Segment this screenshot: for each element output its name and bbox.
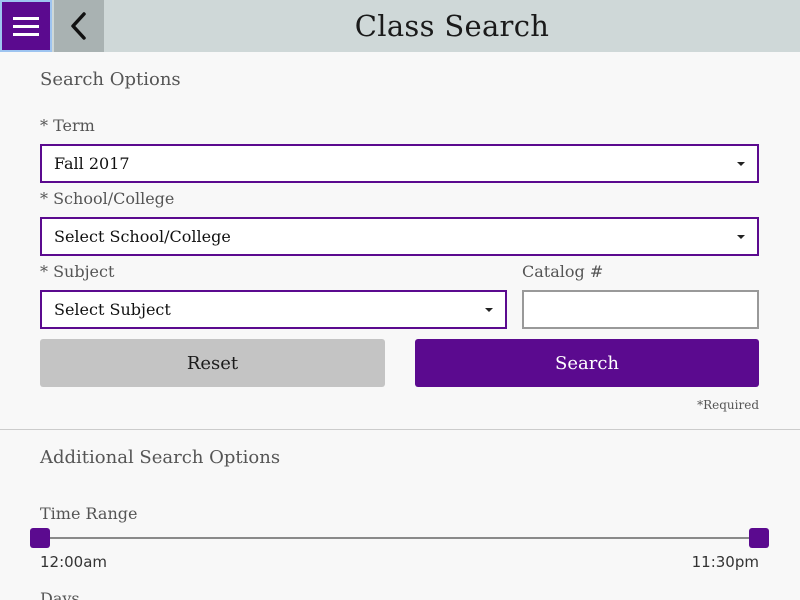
app-header: Class Search bbox=[0, 0, 800, 52]
subject-label: * Subject bbox=[40, 262, 115, 281]
chevron-left-icon bbox=[71, 12, 86, 40]
page-title: Class Search bbox=[354, 9, 550, 43]
back-button[interactable] bbox=[54, 0, 104, 52]
time-range-slider[interactable] bbox=[40, 537, 759, 539]
caret-down-icon bbox=[485, 308, 493, 312]
time-range-start-handle[interactable] bbox=[30, 528, 50, 548]
term-select-value: Fall 2017 bbox=[54, 154, 130, 173]
term-select[interactable]: Fall 2017 bbox=[40, 144, 759, 183]
subject-select[interactable]: Select Subject bbox=[40, 290, 507, 329]
reset-button[interactable]: Reset bbox=[40, 339, 385, 387]
days-label: Days bbox=[40, 589, 80, 600]
subject-select-value: Select Subject bbox=[54, 300, 171, 319]
catalog-input[interactable] bbox=[522, 290, 759, 329]
caret-down-icon bbox=[737, 235, 745, 239]
time-range-end-handle[interactable] bbox=[749, 528, 769, 548]
caret-down-icon bbox=[737, 162, 745, 166]
time-range-label: Time Range bbox=[40, 504, 138, 523]
search-button[interactable]: Search bbox=[415, 339, 759, 387]
term-label: * Term bbox=[40, 116, 95, 135]
catalog-label: Catalog # bbox=[522, 262, 604, 281]
school-select[interactable]: Select School/College bbox=[40, 217, 759, 256]
additional-options-heading: Additional Search Options bbox=[40, 447, 281, 468]
hamburger-icon bbox=[13, 16, 39, 20]
search-options-heading: Search Options bbox=[40, 69, 181, 90]
school-select-value: Select School/College bbox=[54, 227, 231, 246]
time-range-end-label: 11:30pm bbox=[691, 553, 759, 571]
section-divider bbox=[0, 429, 800, 430]
time-range-start-label: 12:00am bbox=[40, 553, 108, 571]
required-note: *Required bbox=[697, 398, 759, 412]
menu-button[interactable] bbox=[0, 0, 52, 52]
school-label: * School/College bbox=[40, 189, 175, 208]
